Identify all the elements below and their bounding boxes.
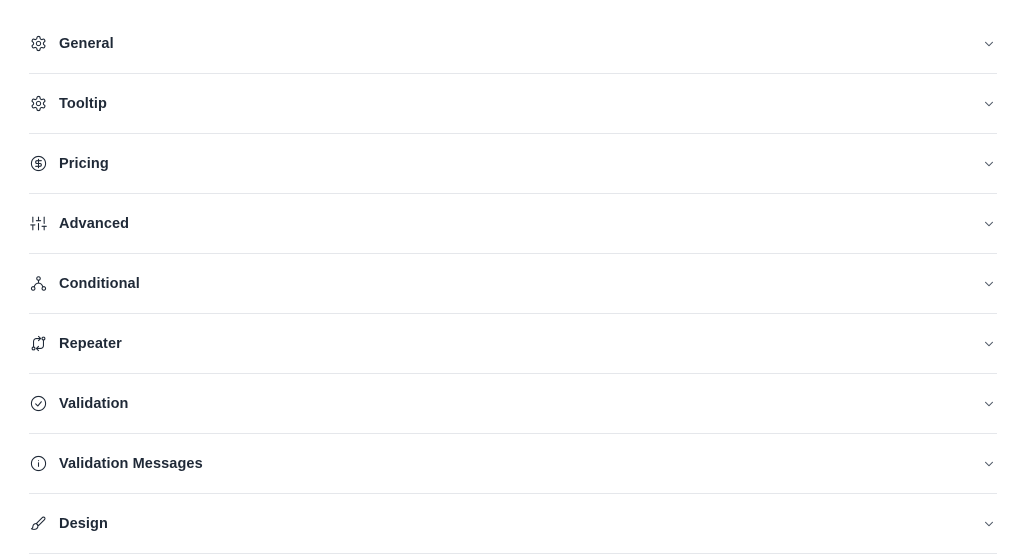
sliders-icon xyxy=(29,215,47,233)
info-circle-icon xyxy=(29,455,47,473)
section-label: Design xyxy=(59,515,108,532)
chevron-down-icon[interactable] xyxy=(982,277,996,291)
section-label: General xyxy=(59,35,114,52)
section-advanced[interactable]: Advanced xyxy=(29,194,997,254)
section-label: Validation Messages xyxy=(59,455,203,472)
chevron-down-icon[interactable] xyxy=(982,397,996,411)
brush-icon xyxy=(29,515,47,533)
gear-icon xyxy=(29,95,47,113)
section-pricing[interactable]: Pricing xyxy=(29,134,997,194)
section-label: Advanced xyxy=(59,215,130,232)
chevron-down-icon[interactable] xyxy=(982,457,996,471)
section-tooltip[interactable]: Tooltip xyxy=(29,74,997,134)
chevron-down-icon[interactable] xyxy=(982,217,996,231)
check-circle-icon xyxy=(29,395,47,413)
section-label: Tooltip xyxy=(59,95,107,112)
dollar-circle-icon xyxy=(29,155,47,173)
network-icon xyxy=(29,275,47,293)
gear-icon xyxy=(29,35,47,53)
section-label: Validation xyxy=(59,395,129,412)
chevron-down-icon[interactable] xyxy=(982,37,996,51)
section-repeater[interactable]: Repeater xyxy=(29,314,997,374)
chevron-down-icon[interactable] xyxy=(982,157,996,171)
section-label: Pricing xyxy=(59,155,109,172)
section-conditional[interactable]: Conditional xyxy=(29,254,997,314)
section-validation-messages[interactable]: Validation Messages xyxy=(29,434,997,494)
section-general[interactable]: General xyxy=(29,14,997,74)
section-label: Repeater xyxy=(59,335,122,352)
section-label: Conditional xyxy=(59,275,140,292)
chevron-down-icon[interactable] xyxy=(982,517,996,531)
settings-accordion: General Tooltip Pricing Advanced Conditi… xyxy=(29,14,997,554)
section-design[interactable]: Design xyxy=(29,494,997,554)
chevron-down-icon[interactable] xyxy=(982,97,996,111)
repeat-icon xyxy=(29,335,47,353)
section-validation[interactable]: Validation xyxy=(29,374,997,434)
chevron-down-icon[interactable] xyxy=(982,337,996,351)
